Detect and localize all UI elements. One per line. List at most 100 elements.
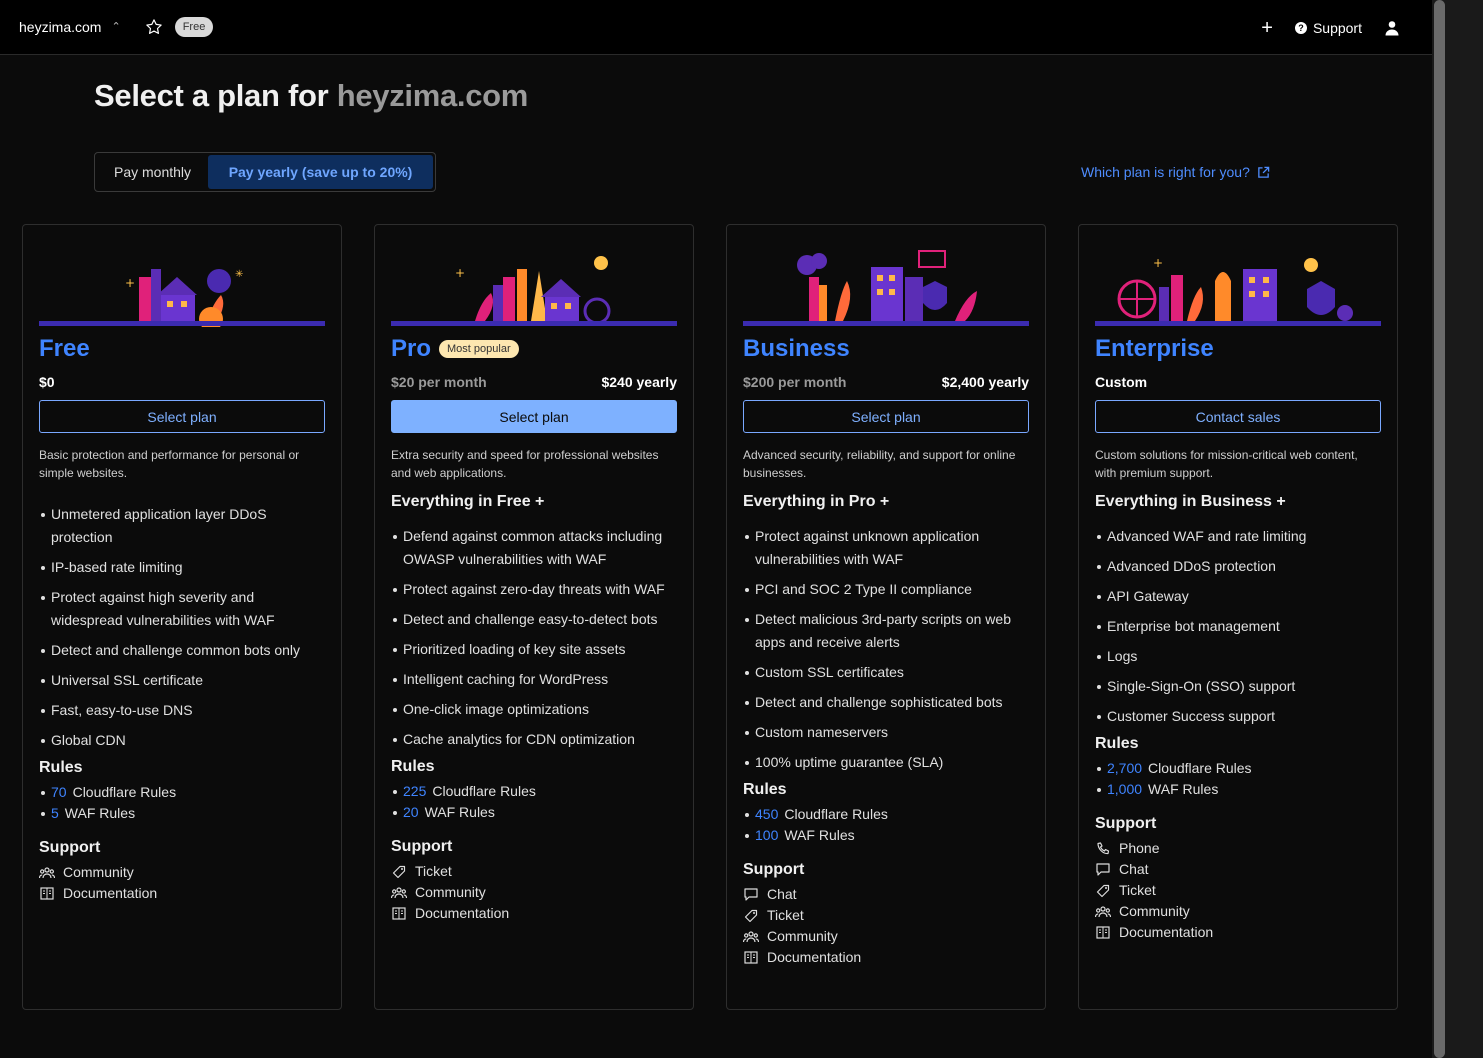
rule-item: 5 WAF Rules <box>41 803 325 824</box>
rules-list: 225 Cloudflare Rules 20 WAF Rules <box>393 781 677 823</box>
plan-name: Business <box>743 335 850 362</box>
price-monthly: Custom <box>1095 374 1148 390</box>
rule-item: 70 Cloudflare Rules <box>41 782 325 803</box>
support-menu[interactable]: ? Support <box>1294 19 1362 36</box>
select-plan-button[interactable]: Select plan <box>391 400 677 433</box>
rule-label: Cloudflare Rules <box>432 783 536 799</box>
feature-item: Single-Sign-On (SSO) support <box>1097 675 1381 698</box>
main-content: Select a plan for heyzima.com Pay monthl… <box>0 56 1432 1058</box>
feature-item: Fast, easy-to-use DNS <box>41 699 325 722</box>
scrollbar-thumb[interactable] <box>1434 0 1445 1058</box>
feature-item: Universal SSL certificate <box>41 669 325 692</box>
external-link-icon <box>1258 166 1270 178</box>
which-plan-link[interactable]: Which plan is right for you? <box>1081 164 1270 180</box>
feature-list: Defend against common attacks including … <box>393 525 677 751</box>
support-title: Support <box>743 861 805 878</box>
plan-title: Pro Most popular <box>391 335 519 363</box>
rule-label: Cloudflare Rules <box>1148 760 1252 776</box>
plan-details: Unmetered application layer DDoS protect… <box>39 503 325 904</box>
billing-toggle: Pay monthly Pay yearly (save up to 20%) <box>94 152 436 192</box>
support-item: Ticket <box>391 861 677 882</box>
rule-item: 1,000 WAF Rules <box>1097 779 1381 800</box>
rule-count: 70 <box>51 784 67 800</box>
illustration-underline <box>1095 321 1381 326</box>
plan-title: Enterprise <box>1095 335 1214 363</box>
feature-item: Cache analytics for CDN optimization <box>393 728 677 751</box>
support-label: Community <box>767 928 838 944</box>
feature-list: Protect against unknown application vuln… <box>745 525 1029 774</box>
everything-in-heading: Everything in Business + <box>1095 493 1286 510</box>
support-label: Support <box>1312 19 1362 36</box>
feature-item: Unmetered application layer DDoS protect… <box>41 503 325 549</box>
feature-item: Enterprise bot management <box>1097 615 1381 638</box>
pro-plan-illustration: + <box>455 256 611 325</box>
support-label: Community <box>63 864 134 880</box>
support-item: Community <box>743 926 1029 947</box>
price-yearly: $2,400 yearly <box>941 374 1029 390</box>
support-item: Documentation <box>391 903 677 924</box>
svg-text:+: + <box>125 276 135 290</box>
rule-label: WAF Rules <box>424 804 495 820</box>
rule-count: 1,000 <box>1107 781 1143 797</box>
support-title: Support <box>39 839 101 856</box>
price-monthly: $20 per month <box>391 374 487 390</box>
title-domain: heyzima.com <box>336 78 529 113</box>
feature-item: API Gateway <box>1097 585 1381 608</box>
plan-name: Pro <box>391 335 432 362</box>
rules-list: 2,700 Cloudflare Rules 1,000 WAF Rules <box>1097 758 1381 800</box>
documentation-icon <box>391 907 407 921</box>
plan-description: Custom solutions for mission-critical we… <box>1095 448 1358 480</box>
add-icon[interactable]: + <box>1261 18 1273 38</box>
feature-item: Detect malicious 3rd-party scripts on we… <box>745 608 1029 654</box>
domain-switcher[interactable]: heyzima.com ⌃ <box>19 19 121 35</box>
support-label: Phone <box>1119 840 1160 856</box>
chat-icon <box>1095 863 1111 877</box>
title-prefix: Select a plan for <box>94 78 337 113</box>
plan-price: $0 <box>39 374 325 390</box>
feature-item: IP-based rate limiting <box>41 556 325 579</box>
feature-list: Advanced WAF and rate limiting Advanced D… <box>1097 525 1381 728</box>
page-title: Select a plan for heyzima.com <box>94 78 528 114</box>
free-plan-illustration: + ✳ <box>125 269 243 327</box>
rule-label: WAF Rules <box>1148 781 1219 797</box>
support-label: Documentation <box>63 885 158 901</box>
ticket-icon <box>391 865 407 879</box>
documentation-icon <box>39 887 55 901</box>
most-popular-badge: Most popular <box>439 340 519 358</box>
user-icon[interactable] <box>1384 20 1400 36</box>
feature-item: Defend against common attacks including … <box>393 525 677 571</box>
which-plan-label: Which plan is right for you? <box>1081 164 1250 180</box>
feature-item: Advanced DDoS protection <box>1097 555 1381 578</box>
support-list: Chat Ticket Community Documentation <box>743 884 1029 968</box>
price-yearly: $240 yearly <box>601 374 677 390</box>
rule-item: 100 WAF Rules <box>745 825 1029 846</box>
feature-list: Unmetered application layer DDoS protect… <box>41 503 325 752</box>
support-item: Community <box>39 862 325 883</box>
top-bar: heyzima.com ⌃ Free + ? Support <box>0 0 1432 55</box>
illustration-underline <box>39 321 325 326</box>
support-item: Documentation <box>743 947 1029 968</box>
support-label: Ticket <box>1119 882 1156 898</box>
scrollbar[interactable] <box>1432 0 1483 1058</box>
contact-sales-button[interactable]: Contact sales <box>1095 400 1381 433</box>
feature-item: Protect against zero-day threats with WA… <box>393 578 677 601</box>
star-icon[interactable] <box>145 18 163 36</box>
support-label: Ticket <box>415 863 452 879</box>
community-icon <box>743 930 759 944</box>
plan-card-pro: + Pro Most popular $20 per month $240 year… <box>374 224 694 1010</box>
everything-in-heading: Everything in Pro + <box>743 493 890 510</box>
select-plan-button[interactable]: Select plan <box>743 400 1029 433</box>
plan-details: Everything in Free + Defend against comm… <box>391 493 677 924</box>
feature-item: PCI and SOC 2 Type II compliance <box>745 578 1029 601</box>
support-list: Community Documentation <box>39 862 325 904</box>
pay-yearly-option[interactable]: Pay yearly (save up to 20%) <box>208 155 433 189</box>
select-plan-button[interactable]: Select plan <box>39 400 325 433</box>
community-icon <box>391 886 407 900</box>
pay-monthly-option[interactable]: Pay monthly <box>97 155 208 189</box>
support-item: Documentation <box>39 883 325 904</box>
feature-item: Protect against unknown application vuln… <box>745 525 1029 571</box>
support-item: Phone <box>1095 838 1381 859</box>
support-item: Ticket <box>1095 880 1381 901</box>
rule-count: 225 <box>403 783 427 799</box>
plan-badge: Free <box>174 17 214 37</box>
